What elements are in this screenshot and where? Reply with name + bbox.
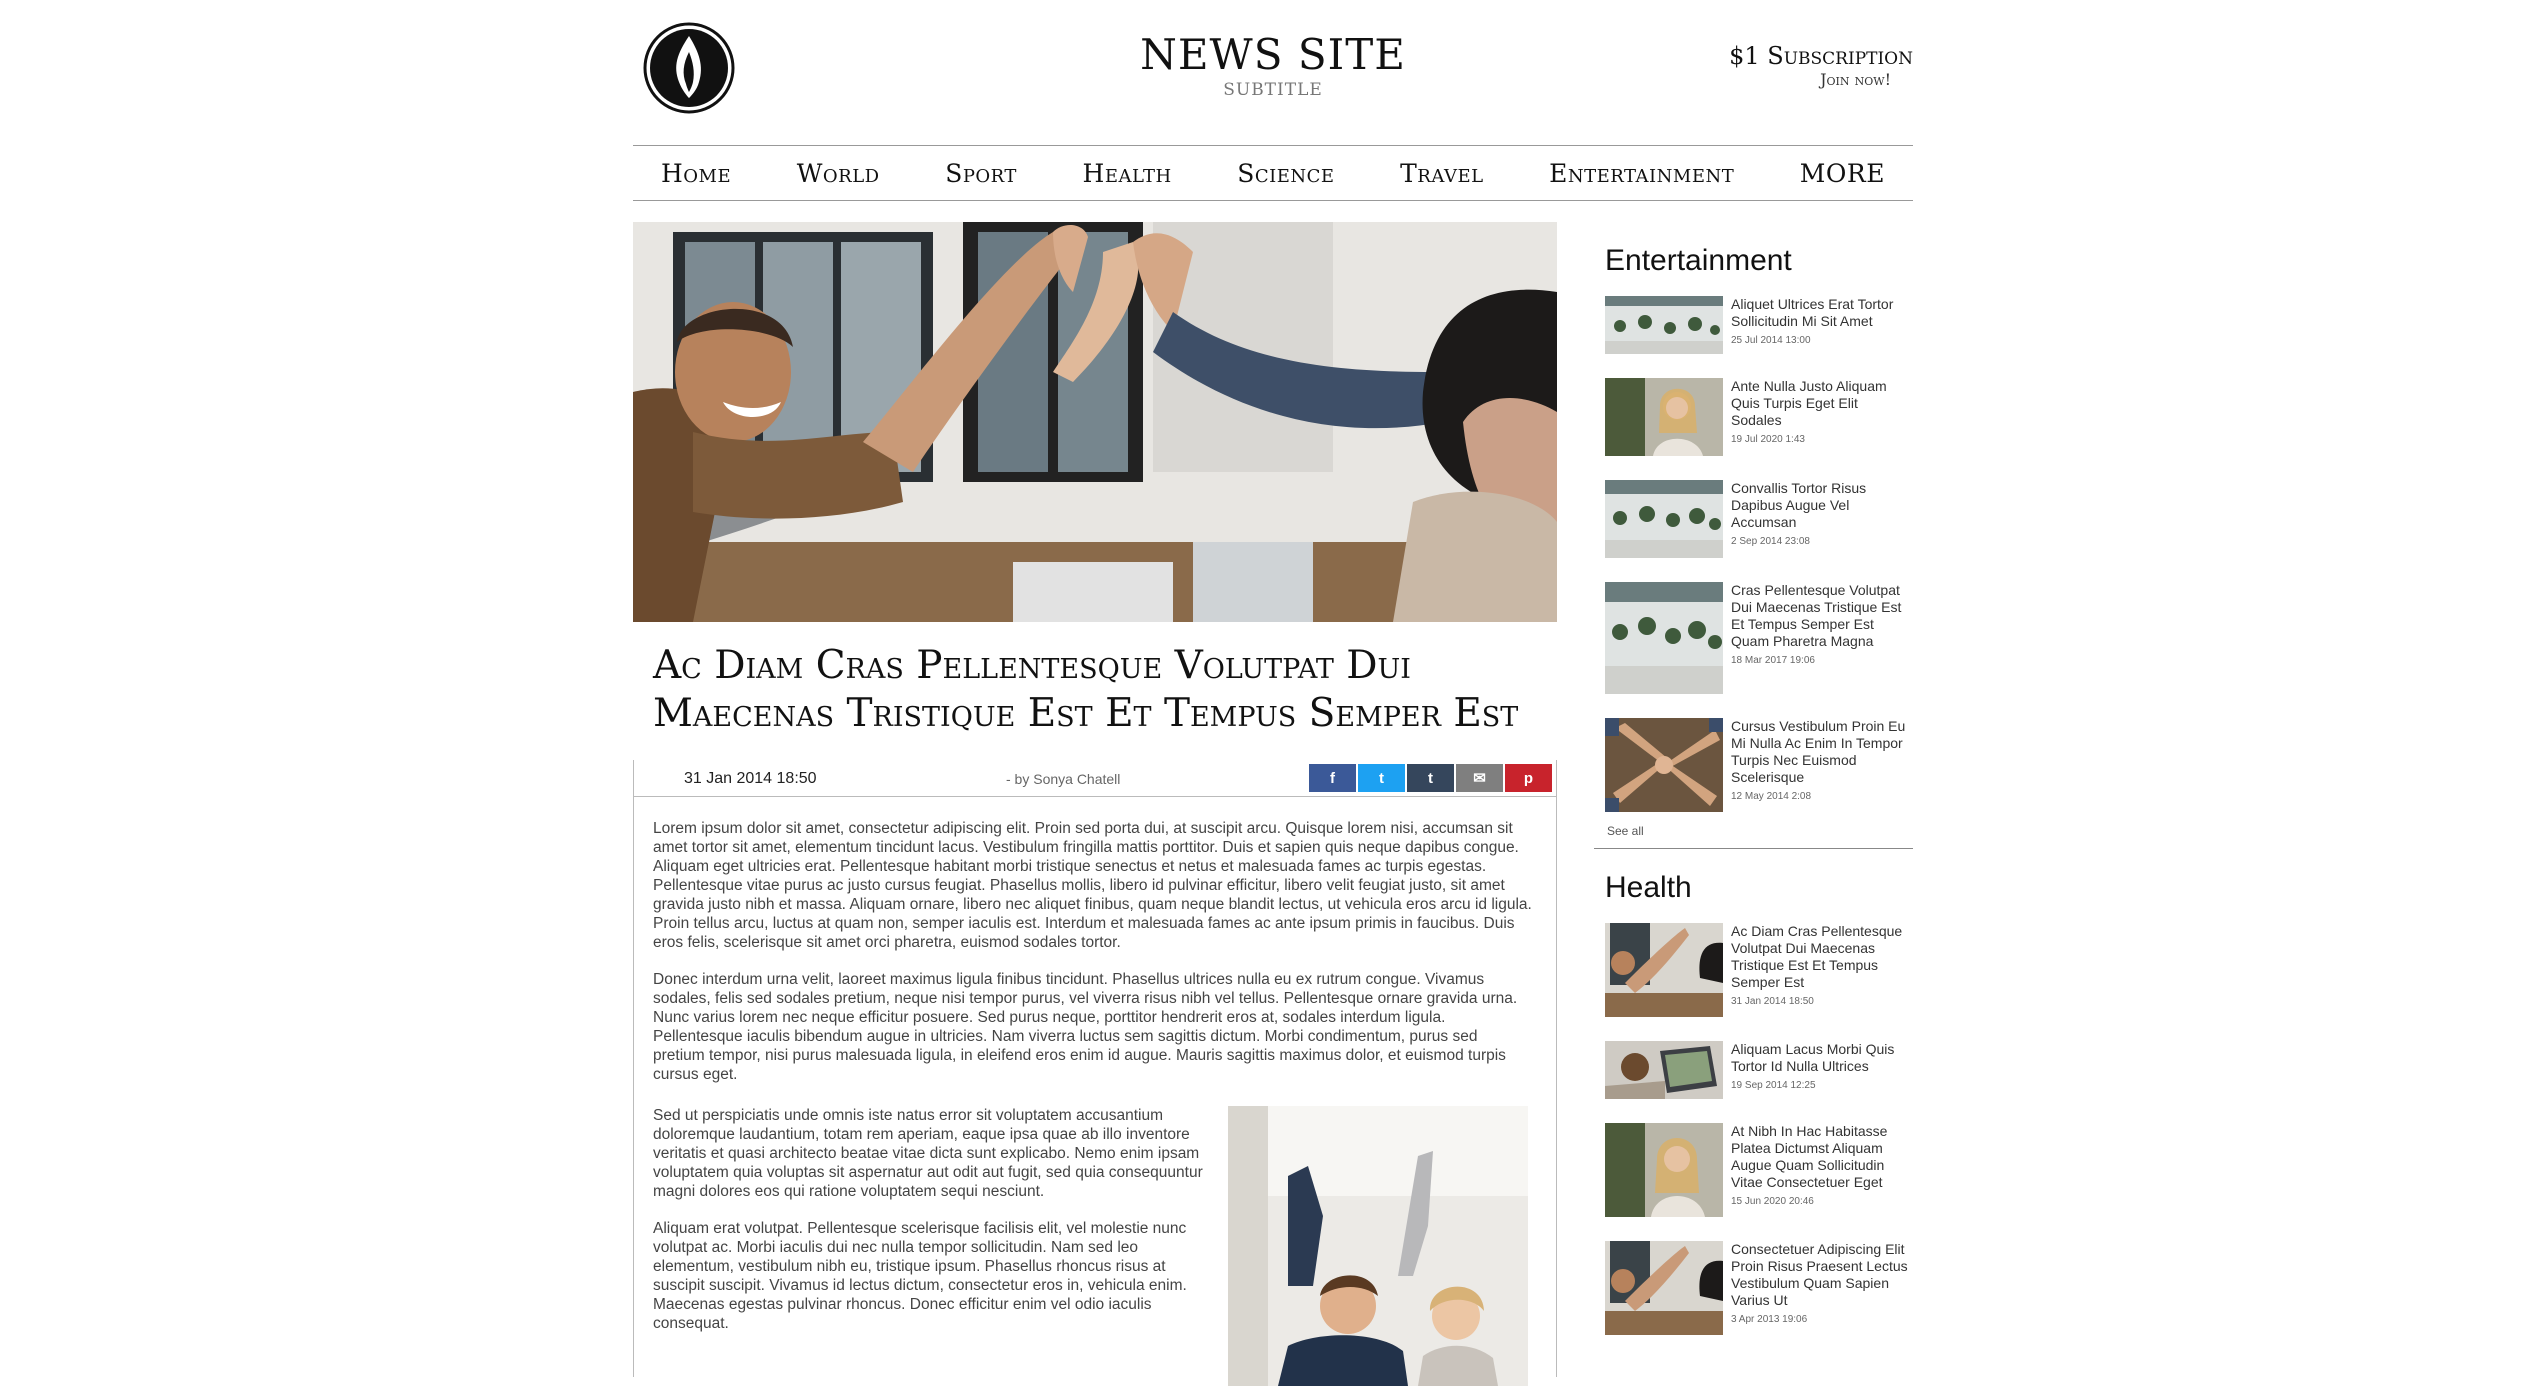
list-item[interactable]: Convallis Tortor Risus Dapibus Augue Vel… — [1605, 480, 1913, 558]
see-all-link[interactable]: See all — [1607, 824, 1913, 838]
article-paragraph: Aliquam erat volutpat. Pellentesque scel… — [653, 1220, 1187, 1332]
list-item-text: Aliquet Ultrices Erat Tortor Sollicitudi… — [1731, 296, 1911, 354]
item-title[interactable]: Cursus Vestibulum Proin Eu Mi Nulla Ac E… — [1731, 718, 1911, 786]
nav-home[interactable]: Home — [661, 159, 731, 188]
list-item[interactable]: Cras Pellentesque Volutpat Dui Maecenas … — [1605, 582, 1913, 694]
celebration-image — [1228, 1106, 1528, 1386]
article-headline: Ac Diam Cras Pellentesque Volutpat Dui M… — [653, 643, 1519, 736]
list-item[interactable]: Cursus Vestibulum Proin Eu Mi Nulla Ac E… — [1605, 718, 1913, 812]
facebook-icon[interactable]: f — [1309, 764, 1356, 792]
nav-science[interactable]: Science — [1237, 159, 1334, 188]
list-item[interactable]: Aliquet Ultrices Erat Tortor Sollicitudi… — [1605, 296, 1913, 354]
list-item-text: Cras Pellentesque Volutpat Dui Maecenas … — [1731, 582, 1911, 694]
thumbnail-image[interactable] — [1605, 1123, 1723, 1217]
site-header: NEWS SITE SUBTITLE $1 Subscription Join … — [633, 0, 1913, 145]
item-date: 31 Jan 2014 18:50 — [1731, 996, 1814, 1007]
twitter-icon[interactable]: t — [1358, 764, 1405, 792]
entertainment-section: Entertainment Aliquet Ultrices Erat Tort… — [1594, 244, 1913, 838]
subscription-label[interactable]: $1 Subscription — [1729, 42, 1913, 70]
item-title[interactable]: Aliquam Lacus Morbi Quis Tortor Id Nulla… — [1731, 1041, 1911, 1075]
item-date: 15 Jun 2020 20:46 — [1731, 1196, 1814, 1207]
item-title[interactable]: At Nibh In Hac Habitasse Platea Dictumst… — [1731, 1123, 1911, 1191]
list-item[interactable]: Ante Nulla Justo Aliquam Quis Turpis Ege… — [1605, 378, 1913, 456]
thumbnail-image[interactable] — [1605, 718, 1723, 812]
item-date: 19 Jul 2020 1:43 — [1731, 434, 1805, 445]
thumbnail-image[interactable] — [1605, 480, 1723, 558]
main-nav: Home World Sport Health Science Travel E… — [633, 145, 1913, 201]
share-buttons: f t t ✉ p — [1309, 764, 1552, 792]
item-title[interactable]: Aliquet Ultrices Erat Tortor Sollicitudi… — [1731, 296, 1911, 330]
article-paragraph: Sed ut perspiciatis unde omnis iste natu… — [653, 1107, 1203, 1200]
thumbnail-image[interactable] — [1605, 296, 1723, 354]
list-item-text: Ante Nulla Justo Aliquam Quis Turpis Ege… — [1731, 378, 1911, 456]
nav-world[interactable]: World — [797, 159, 880, 188]
list-item-text: Consectetuer Adipiscing Elit Proin Risus… — [1731, 1241, 1911, 1335]
item-title[interactable]: Convallis Tortor Risus Dapibus Augue Vel… — [1731, 480, 1911, 531]
article-date: 31 Jan 2014 18:50 — [684, 770, 817, 787]
thumbnail-image[interactable] — [1605, 923, 1723, 1017]
article-meta: 31 Jan 2014 18:50 - by Sonya Chatell f t… — [634, 760, 1556, 797]
subscription-link[interactable]: $1 Subscription Join now! — [1729, 42, 1913, 89]
health-section: Health Ac Diam Cras Pellentesque Volutpa… — [1594, 871, 1913, 1335]
article-text: Lorem ipsum dolor sit amet, consectetur … — [634, 819, 1556, 1386]
thumbnail-image[interactable] — [1605, 1241, 1723, 1335]
hero-image — [633, 222, 1557, 622]
thumbnail-image[interactable] — [1605, 582, 1723, 694]
list-item[interactable]: At Nibh In Hac Habitasse Platea Dictumst… — [1605, 1123, 1913, 1217]
list-item-text: Convallis Tortor Risus Dapibus Augue Vel… — [1731, 480, 1911, 558]
email-icon[interactable]: ✉ — [1456, 764, 1503, 792]
item-title[interactable]: Cras Pellentesque Volutpat Dui Maecenas … — [1731, 582, 1911, 650]
tumblr-icon[interactable]: t — [1407, 764, 1454, 792]
nav-health[interactable]: Health — [1083, 159, 1172, 188]
list-item[interactable]: Consectetuer Adipiscing Elit Proin Risus… — [1605, 1241, 1913, 1335]
thumbnail-image[interactable] — [1605, 1041, 1723, 1099]
section-divider — [1594, 848, 1913, 849]
list-item-text: Ac Diam Cras Pellentesque Volutpat Dui M… — [1731, 923, 1911, 1017]
site-subtitle: SUBTITLE — [1223, 80, 1323, 100]
list-item[interactable]: Ac Diam Cras Pellentesque Volutpat Dui M… — [1605, 923, 1913, 1017]
pinterest-icon[interactable]: p — [1505, 764, 1552, 792]
item-title[interactable]: Consectetuer Adipiscing Elit Proin Risus… — [1731, 1241, 1911, 1309]
list-item[interactable]: Aliquam Lacus Morbi Quis Tortor Id Nulla… — [1605, 1041, 1913, 1099]
article-body-box: 31 Jan 2014 18:50 - by Sonya Chatell f t… — [633, 760, 1557, 1386]
item-date: 25 Jul 2014 13:00 — [1731, 335, 1811, 346]
item-date: 2 Sep 2014 23:08 — [1731, 536, 1810, 547]
article-paragraph: Lorem ipsum dolor sit amet, consectetur … — [653, 820, 1532, 951]
item-date: 3 Apr 2013 19:06 — [1731, 1314, 1808, 1325]
section-heading[interactable]: Health — [1605, 871, 1913, 905]
nav-more[interactable]: MORE — [1800, 159, 1885, 188]
item-date: 19 Sep 2014 12:25 — [1731, 1080, 1816, 1091]
sidebar: Entertainment Aliquet Ultrices Erat Tort… — [1594, 222, 1913, 1359]
nav-travel[interactable]: Travel — [1400, 159, 1483, 188]
page: NEWS SITE SUBTITLE $1 Subscription Join … — [633, 0, 1913, 1386]
item-title[interactable]: Ac Diam Cras Pellentesque Volutpat Dui M… — [1731, 923, 1911, 991]
item-date: 12 May 2014 2:08 — [1731, 791, 1812, 802]
article-author[interactable]: - by Sonya Chatell — [1006, 771, 1120, 787]
nav-sport[interactable]: Sport — [945, 159, 1017, 188]
article-paragraph: Donec interdum urna velit, laoreet maxim… — [653, 971, 1518, 1083]
section-heading[interactable]: Entertainment — [1605, 244, 1913, 278]
thumbnail-image[interactable] — [1605, 378, 1723, 456]
main-article: Ac Diam Cras Pellentesque Volutpat Dui M… — [633, 222, 1557, 1386]
list-item-text: Aliquam Lacus Morbi Quis Tortor Id Nulla… — [1731, 1041, 1911, 1099]
join-now-link[interactable]: Join now! — [1729, 70, 1913, 89]
list-item-text: Cursus Vestibulum Proin Eu Mi Nulla Ac E… — [1731, 718, 1911, 812]
item-title[interactable]: Ante Nulla Justo Aliquam Quis Turpis Ege… — [1731, 378, 1911, 429]
list-item-text: At Nibh In Hac Habitasse Platea Dictumst… — [1731, 1123, 1911, 1217]
site-title[interactable]: NEWS SITE — [633, 30, 1913, 79]
item-date: 18 Mar 2017 19:06 — [1731, 655, 1815, 666]
nav-entertainment[interactable]: Entertainment — [1549, 159, 1734, 188]
